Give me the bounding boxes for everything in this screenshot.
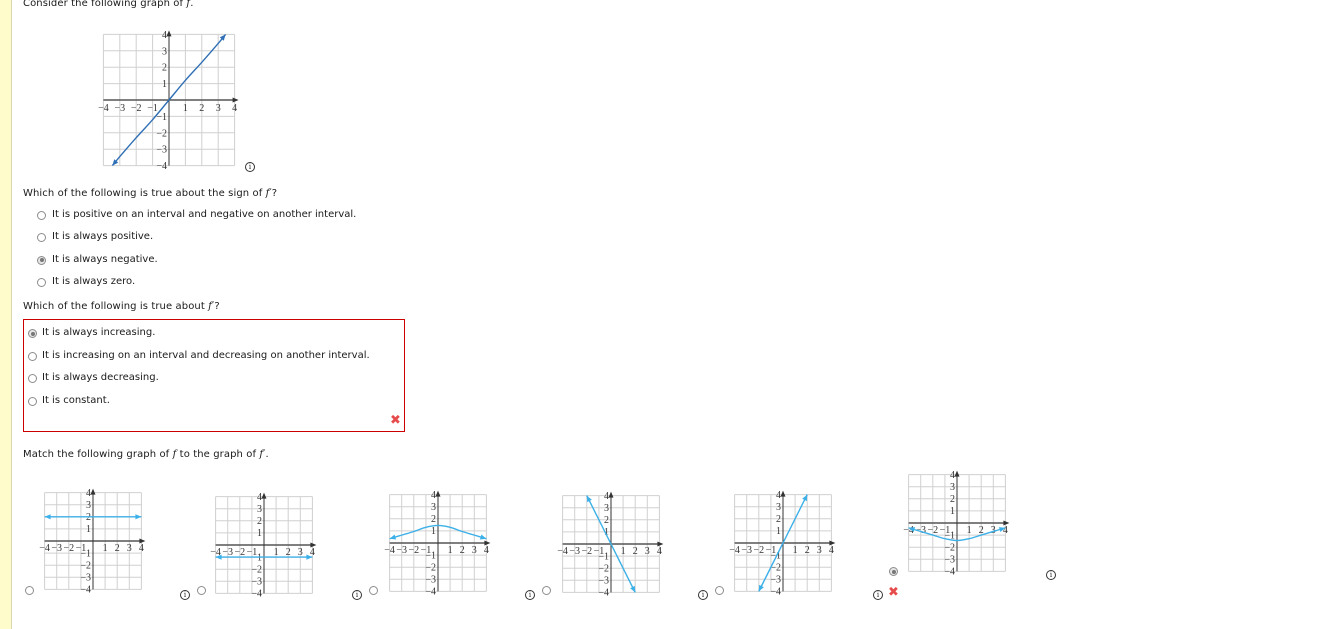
y-tick-label: −2 bbox=[944, 542, 955, 553]
choice-radio-6[interactable] bbox=[889, 567, 898, 576]
info-icon[interactable]: i bbox=[873, 590, 883, 600]
y-axis-arrow bbox=[954, 470, 960, 477]
x-tick-label: 4 bbox=[1003, 525, 1008, 536]
y-tick-label: −3 bbox=[944, 554, 955, 565]
info-icon[interactable]: i bbox=[1046, 570, 1056, 580]
y-tick-label: 3 bbox=[950, 482, 955, 493]
y-tick-label: 1 bbox=[950, 506, 955, 517]
incorrect-x-icon: ✖ bbox=[888, 585, 899, 600]
y-tick-label: −4 bbox=[944, 567, 955, 578]
choice-graph-6: −4 −3 −2 −1 1 2 3 44321−1−2−3−4 bbox=[903, 470, 1010, 578]
y-tick-label: 2 bbox=[950, 494, 955, 505]
y-tick-label: 4 bbox=[950, 470, 955, 481]
x-tick-label: 1 bbox=[967, 525, 972, 536]
